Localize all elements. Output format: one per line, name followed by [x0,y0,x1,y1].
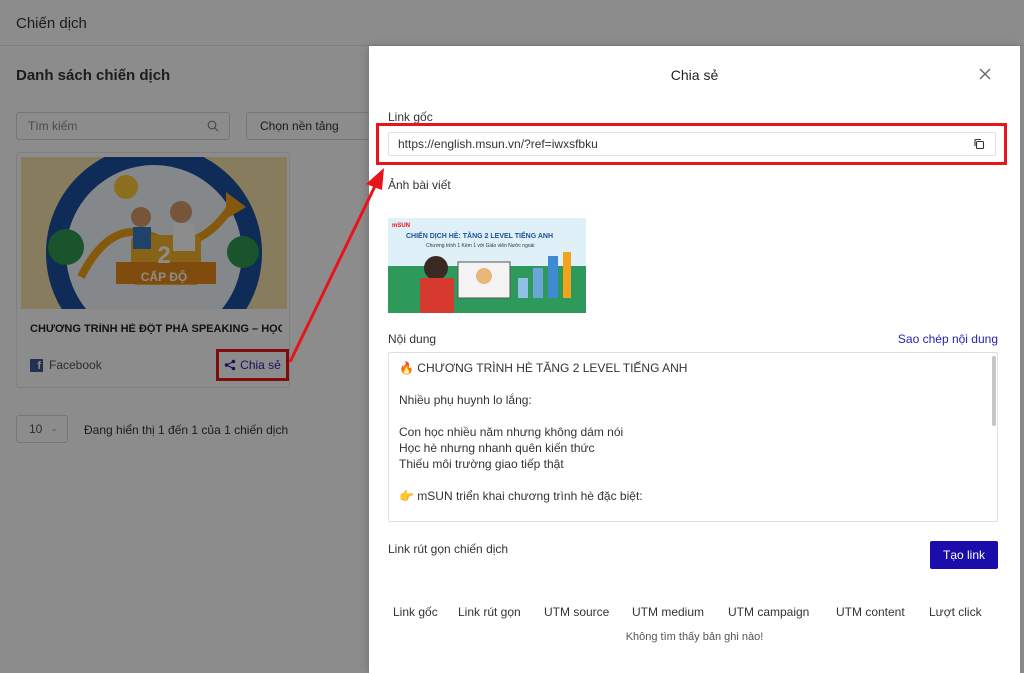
post-image-subline: Chương trình 1 Kèm 1 với Giáo viên Nước … [426,243,535,249]
content-line: Con học nhiều năm nhưng không dám nói [399,425,624,439]
content-textarea[interactable]: 🔥 CHƯƠNG TRÌNH HÈ TĂNG 2 LEVEL TIẾNG ANH… [388,352,998,522]
column-header: Link rút gọn [458,605,521,619]
content-line: Nhiều phụ huynh lo lắng: [399,393,532,407]
content-line: 👉 mSUN triển khai chương trình hè đặc bi… [399,489,643,503]
content-line [399,376,987,392]
content-label: Nội dung [388,332,437,346]
original-link-field[interactable]: https://english.msun.vn/?ref=iwxsfbku [388,132,996,156]
post-image-graphic: mSUN CHIẾN DỊCH HÈ: TĂNG 2 LEVEL TIẾNG A… [388,218,586,313]
drawer-title: Chia sẻ [670,67,719,83]
copy-icon[interactable] [973,138,985,150]
copy-content-link[interactable]: Sao chép nội dung [898,332,998,346]
original-link-value: https://english.msun.vn/?ref=iwxsfbku [398,137,598,151]
column-header: Link gốc [393,605,438,619]
utm-table-header: Link gốc Link rút gọn UTM source UTM med… [388,605,998,619]
share-drawer: Chia sẻ Link gốc https://english.msun.vn… [369,46,1020,673]
post-image: mSUN CHIẾN DỊCH HÈ: TĂNG 2 LEVEL TIẾNG A… [388,218,586,313]
column-header: Lượt click [929,605,982,619]
content-scrollbar[interactable] [992,356,996,426]
column-header: UTM medium [632,605,705,619]
column-header: UTM campaign [728,605,810,619]
content-line [399,408,987,424]
close-icon[interactable] [978,67,992,81]
empty-state: Không tìm thấy bản ghi nào! [625,631,764,643]
content-line: 🔥 CHƯƠNG TRÌNH HÈ TĂNG 2 LEVEL TIẾNG ANH [399,361,688,375]
column-header: UTM source [544,605,610,619]
content-line: Học hè nhưng nhanh quên kiến thức [399,441,595,455]
short-link-label: Link rút gọn chiến dịch [388,542,509,556]
post-image-brand: mSUN [392,223,410,229]
content-line: Thiếu môi trường giao tiếp thật [399,457,564,471]
create-link-button[interactable]: Tạo link [930,541,998,569]
original-link-label: Link gốc [388,110,433,124]
content-line [399,472,987,488]
post-image-label: Ảnh bài viết [388,178,451,192]
column-header: UTM content [836,605,905,619]
